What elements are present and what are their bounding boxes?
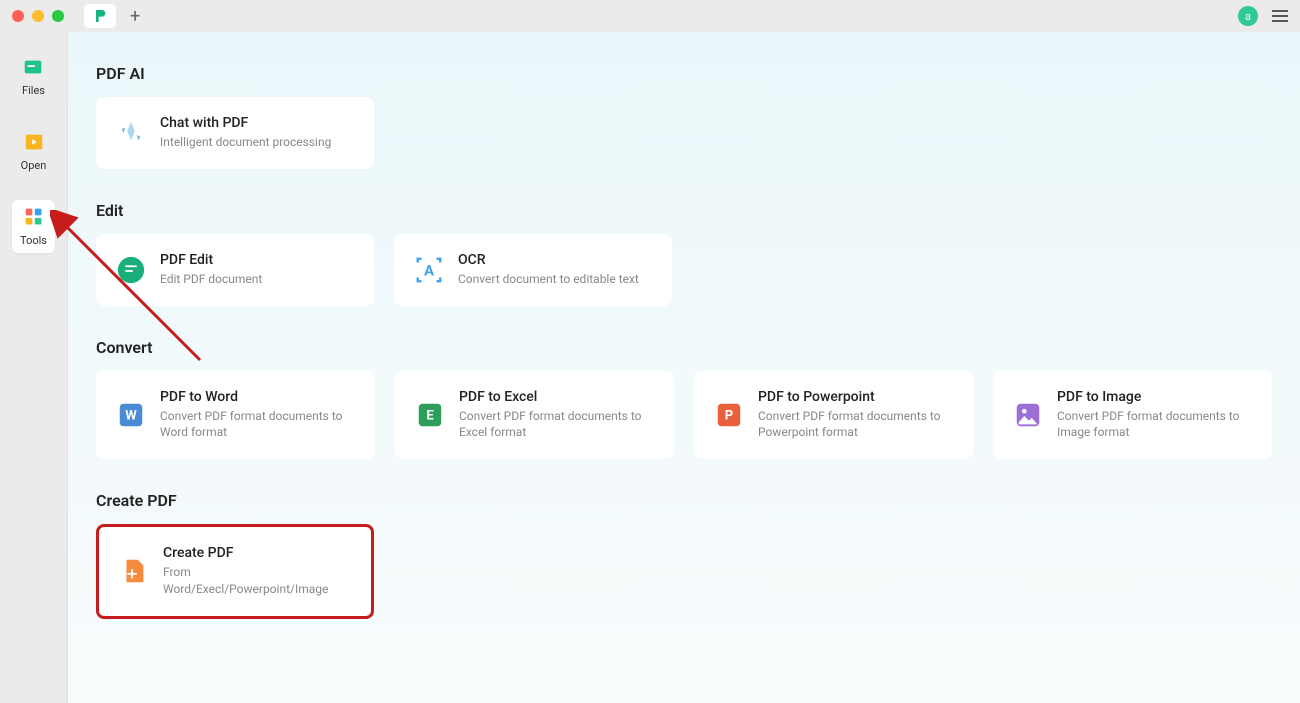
section-title-createpdf: Create PDF	[96, 491, 1272, 510]
powerpoint-icon: P	[714, 400, 744, 430]
card-pdf-to-image[interactable]: PDF to Image Convert PDF format document…	[993, 371, 1272, 460]
sidebar-item-open[interactable]: Open	[13, 125, 55, 178]
card-title: Create PDF	[163, 545, 351, 561]
pdf-edit-icon	[116, 255, 146, 285]
maximize-icon[interactable]	[52, 10, 64, 22]
card-title: PDF Edit	[160, 252, 262, 268]
card-subtitle: Intelligent document processing	[160, 134, 331, 151]
tools-icon	[23, 206, 45, 228]
sidebar-label: Open	[21, 159, 47, 172]
titlebar: + a	[0, 0, 1300, 32]
svg-text:P: P	[725, 409, 733, 424]
card-subtitle: Convert PDF format documents to Powerpoi…	[758, 408, 953, 442]
create-pdf-icon	[119, 556, 149, 586]
card-title: PDF to Word	[160, 389, 355, 405]
sidebar-item-files[interactable]: Files	[14, 50, 53, 103]
card-pdf-edit[interactable]: PDF Edit Edit PDF document	[96, 234, 374, 306]
card-create-pdf[interactable]: Create PDF From Word/Execl/Powerpoint/Im…	[96, 524, 374, 619]
avatar[interactable]: a	[1238, 6, 1258, 26]
card-subtitle: Convert PDF format documents to Excel fo…	[459, 408, 654, 442]
card-subtitle: Edit PDF document	[160, 271, 262, 288]
sidebar-item-tools[interactable]: Tools	[12, 200, 55, 253]
card-title: PDF to Powerpoint	[758, 389, 953, 405]
content-area: PDF AI Chat with PDF Intelligent documen…	[68, 32, 1300, 703]
minimize-icon[interactable]	[32, 10, 44, 22]
card-chat-with-pdf[interactable]: Chat with PDF Intelligent document proce…	[96, 97, 374, 169]
card-title: Chat with PDF	[160, 115, 331, 131]
card-pdf-to-powerpoint[interactable]: P PDF to Powerpoint Convert PDF format d…	[694, 371, 973, 460]
section-title-edit: Edit	[96, 201, 1272, 220]
svg-text:E: E	[426, 409, 434, 424]
app-tab[interactable]	[84, 4, 116, 28]
sidebar-label: Tools	[20, 234, 47, 247]
files-icon	[22, 56, 44, 78]
ocr-icon: A	[414, 255, 444, 285]
new-tab-button[interactable]: +	[130, 6, 140, 27]
word-icon: W	[116, 400, 146, 430]
section-title-convert: Convert	[96, 338, 1272, 357]
card-title: PDF to Excel	[459, 389, 654, 405]
card-pdf-to-excel[interactable]: E PDF to Excel Convert PDF format docume…	[395, 371, 674, 460]
window-controls	[12, 10, 64, 22]
sidebar-label: Files	[22, 84, 45, 97]
image-icon	[1013, 400, 1043, 430]
open-icon	[23, 131, 45, 153]
card-pdf-to-word[interactable]: W PDF to Word Convert PDF format documen…	[96, 371, 375, 460]
close-icon[interactable]	[12, 10, 24, 22]
card-title: OCR	[458, 252, 639, 268]
sidebar: Files Open Tools	[0, 32, 68, 703]
menu-button[interactable]	[1272, 10, 1288, 22]
section-title-pdfai: PDF AI	[96, 64, 1272, 83]
chat-pdf-icon	[116, 118, 146, 148]
card-ocr[interactable]: A OCR Convert document to editable text	[394, 234, 672, 306]
excel-icon: E	[415, 400, 445, 430]
card-subtitle: Convert PDF format documents to Image fo…	[1057, 408, 1252, 442]
card-subtitle: From Word/Execl/Powerpoint/Image	[163, 564, 351, 598]
card-subtitle: Convert document to editable text	[458, 271, 639, 288]
svg-text:W: W	[125, 409, 137, 424]
app-logo-icon	[92, 8, 108, 24]
svg-text:A: A	[424, 261, 435, 279]
card-subtitle: Convert PDF format documents to Word for…	[160, 408, 355, 442]
card-title: PDF to Image	[1057, 389, 1252, 405]
